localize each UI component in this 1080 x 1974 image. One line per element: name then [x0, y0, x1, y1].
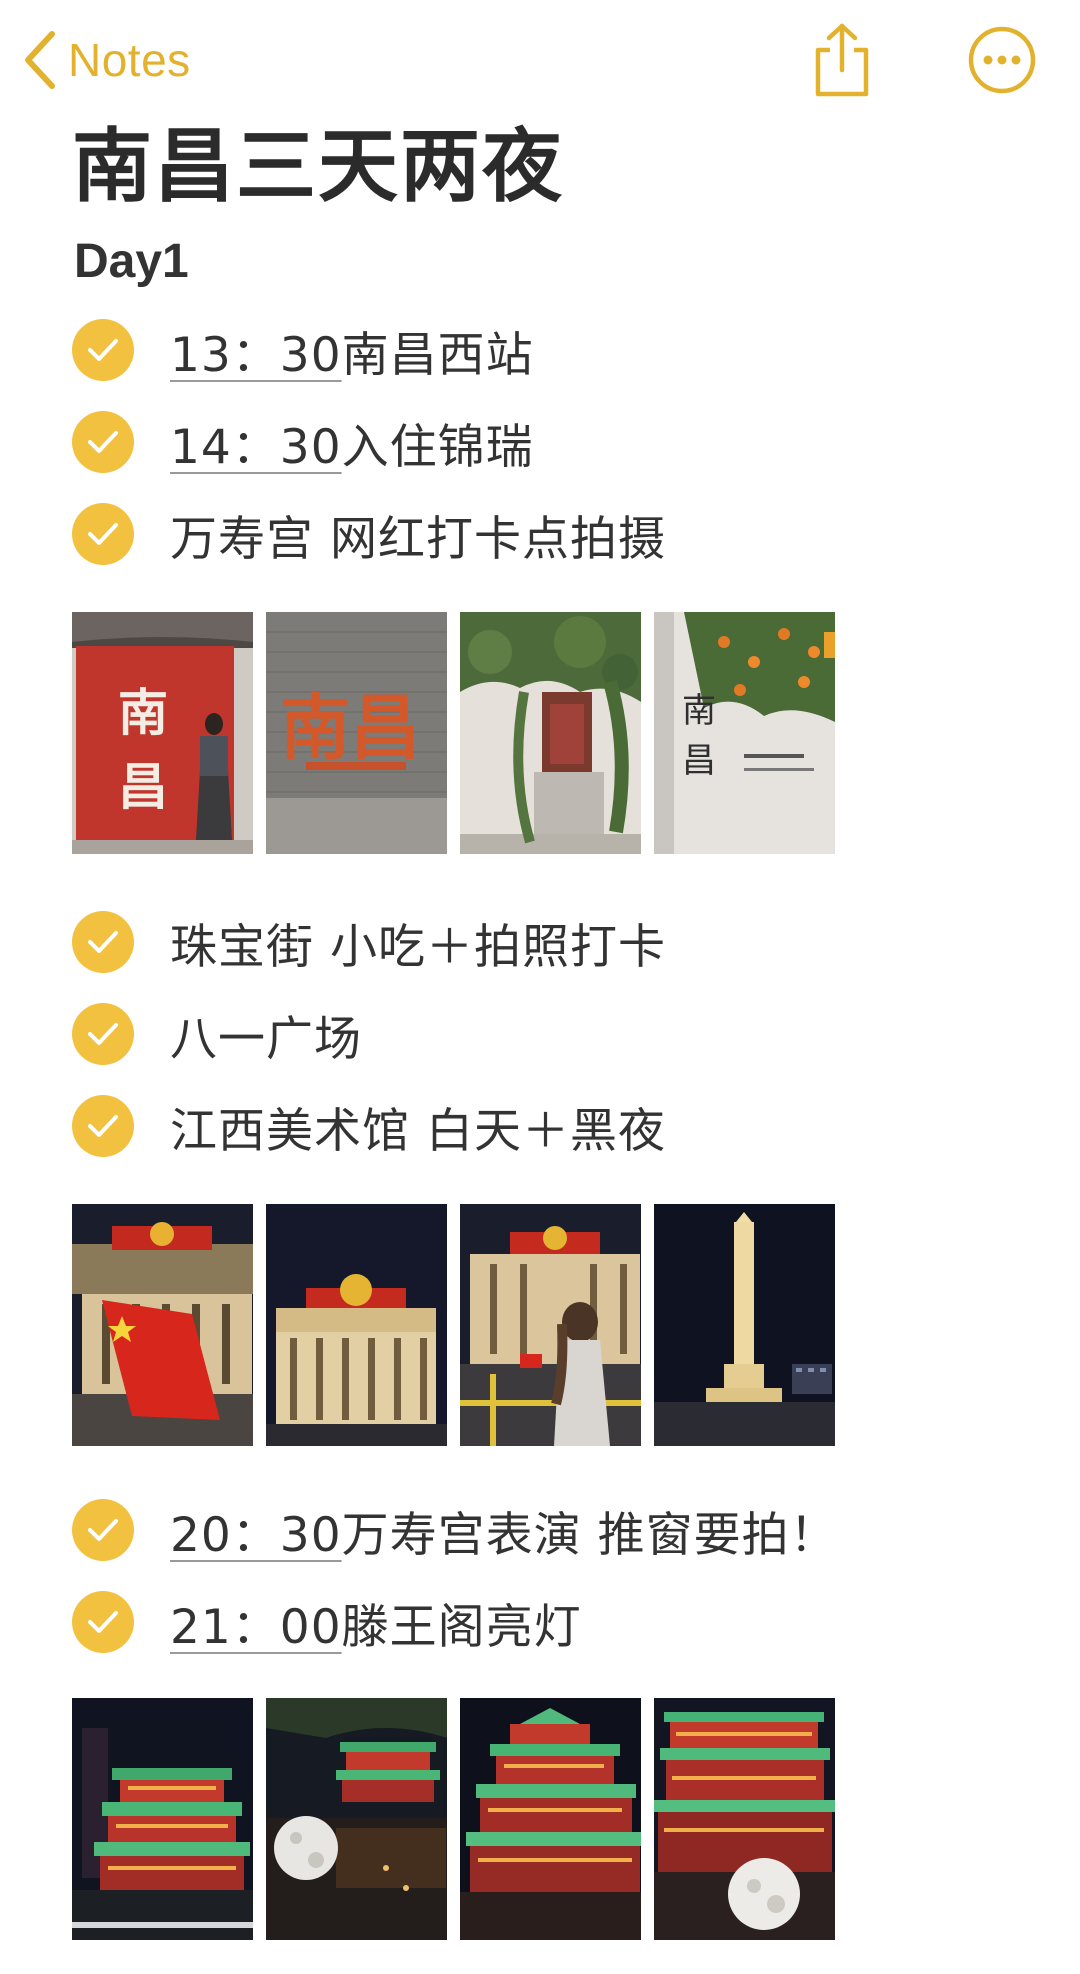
checklist-item-text: 21：00滕王阁亮灯: [170, 1588, 582, 1657]
photo-gallery: [72, 1204, 835, 1446]
photo-thumbnail[interactable]: [460, 1204, 641, 1446]
photo-thumbnail[interactable]: [72, 1204, 253, 1446]
chevron-left-icon: [25, 31, 55, 89]
more-options-button[interactable]: [964, 22, 1040, 98]
checklist-item-text: 珠宝街 小吃＋拍照打卡: [170, 919, 666, 975]
wall-text: 南: [682, 691, 716, 731]
photo-thumbnail[interactable]: [266, 1698, 447, 1940]
photo-thumbnail[interactable]: 南 昌: [654, 612, 835, 854]
checkmark-icon[interactable]: [72, 1591, 134, 1653]
photo-thumbnail[interactable]: [654, 1698, 835, 1940]
checkmark-icon[interactable]: [72, 1003, 134, 1065]
photo-thumbnail[interactable]: [266, 1204, 447, 1446]
checklist-item[interactable]: 珠宝街 小吃＋拍照打卡: [72, 900, 666, 984]
ellipsis-circle-icon: [968, 26, 1036, 94]
photo-gallery: [72, 1698, 835, 1940]
photo-thumbnail[interactable]: [654, 1204, 835, 1446]
wall-text: 南昌: [280, 687, 420, 769]
time-link[interactable]: 14：30: [170, 420, 342, 475]
time-link[interactable]: 20：30: [170, 1508, 342, 1563]
checklist-item-text: 20：30万寿宫表演 推窗要拍！: [170, 1496, 838, 1565]
checklist-item[interactable]: 21：00滕王阁亮灯: [72, 1580, 582, 1664]
checklist-item[interactable]: 14：30入住锦瑞: [72, 400, 534, 484]
wall-text: 南: [118, 684, 168, 742]
checkmark-icon[interactable]: [72, 911, 134, 973]
checklist-item[interactable]: 八一广场: [72, 992, 362, 1076]
checkmark-icon[interactable]: [72, 411, 134, 473]
time-link[interactable]: 21：00: [170, 1600, 342, 1655]
navigation-bar: Notes: [0, 0, 1080, 120]
back-button[interactable]: Notes: [22, 28, 191, 92]
photo-gallery: 南 昌 南昌 南 昌: [72, 612, 835, 854]
checklist-item-text: 万寿宫 网红打卡点拍摄: [170, 511, 666, 567]
checklist-item[interactable]: 江西美术馆 白天＋黑夜: [72, 1084, 666, 1168]
item-label: 南昌西站: [341, 327, 534, 383]
share-button[interactable]: [804, 22, 880, 98]
checkmark-icon[interactable]: [72, 1499, 134, 1561]
day-heading[interactable]: Day1: [74, 232, 189, 292]
checklist-item-text: 八一广场: [170, 1011, 362, 1067]
wall-text: 昌: [118, 758, 168, 816]
checklist-item[interactable]: 13：30南昌西站: [72, 308, 534, 392]
photo-thumbnail[interactable]: [460, 612, 641, 854]
checklist-item-text: 14：30入住锦瑞: [170, 408, 534, 477]
photo-thumbnail[interactable]: 南 昌: [72, 612, 253, 854]
time-link[interactable]: 13：30: [170, 328, 342, 383]
checkmark-icon[interactable]: [72, 319, 134, 381]
checkmark-icon[interactable]: [72, 503, 134, 565]
share-icon: [815, 23, 869, 97]
note-title[interactable]: 南昌三天两夜: [72, 112, 564, 222]
back-label: Notes: [68, 34, 191, 86]
item-label: 入住锦瑞: [341, 419, 534, 475]
item-label: 滕王阁亮灯: [341, 1599, 582, 1655]
photo-thumbnail[interactable]: [460, 1698, 641, 1940]
checkmark-icon[interactable]: [72, 1095, 134, 1157]
item-label: 万寿宫表演 推窗要拍！: [341, 1507, 838, 1563]
photo-thumbnail[interactable]: [72, 1698, 253, 1940]
checklist-item-text: 江西美术馆 白天＋黑夜: [170, 1103, 666, 1159]
wall-text: 昌: [682, 741, 716, 781]
checklist-item[interactable]: 20：30万寿宫表演 推窗要拍！: [72, 1488, 838, 1572]
checklist-item[interactable]: 万寿宫 网红打卡点拍摄: [72, 492, 666, 576]
photo-thumbnail[interactable]: 南昌: [266, 612, 447, 854]
checklist-item-text: 13：30南昌西站: [170, 316, 534, 385]
